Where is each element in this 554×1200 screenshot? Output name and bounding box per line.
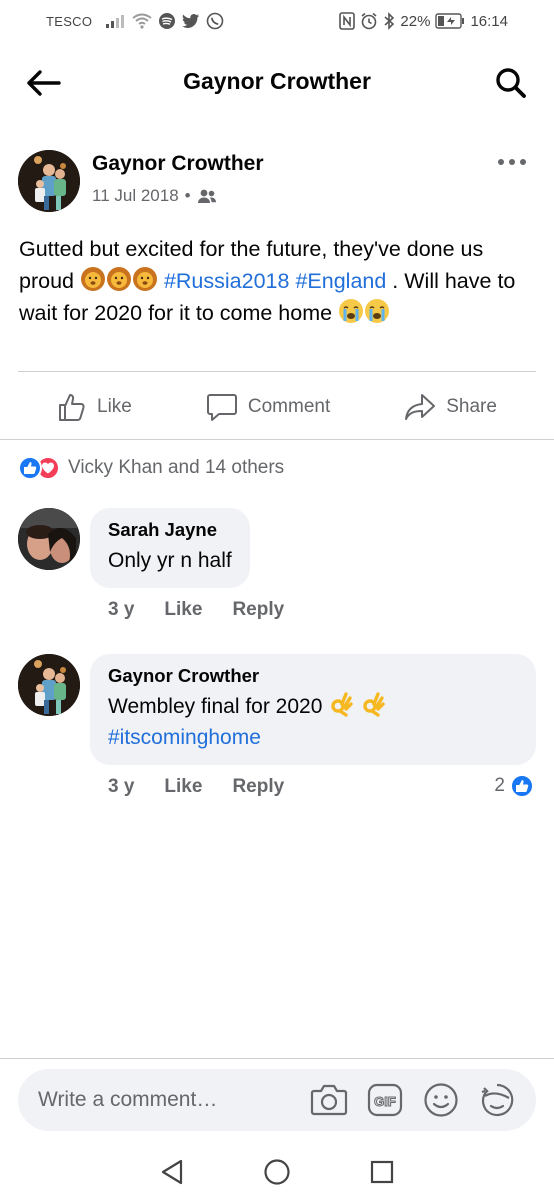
ok-hand-emoji-icon <box>363 692 385 717</box>
gif-icon[interactable]: GIF <box>366 1081 404 1119</box>
like-reaction-icon <box>18 456 42 480</box>
profile-photo <box>18 150 80 212</box>
battery-percent: 22% <box>400 12 431 30</box>
comment-composer-bar: GIF <box>0 1058 554 1144</box>
hashtag-link[interactable]: #England <box>295 269 386 293</box>
avatar[interactable] <box>18 654 80 716</box>
gif-label: GIF <box>374 1094 396 1109</box>
reactions-summary[interactable]: Vicky Khan and 14 others <box>18 456 284 480</box>
hashtag-link[interactable]: #Russia2018 <box>164 269 290 293</box>
recents-nav-button[interactable] <box>362 1152 402 1192</box>
comment-bubble[interactable]: Sarah Jayne Only yr n half <box>90 508 250 588</box>
like-label: Like <box>97 396 132 417</box>
share-arrow-icon <box>405 394 436 420</box>
battery-icon <box>435 13 465 29</box>
divider <box>18 371 536 372</box>
comment-text: Only yr n half <box>108 549 232 572</box>
comment-time[interactable]: 3 y <box>108 599 134 621</box>
triangle-back-icon <box>162 1159 183 1185</box>
comment-like-button[interactable]: Like <box>164 776 202 798</box>
post-date[interactable]: 11 Jul 2018 <box>92 186 179 206</box>
post-body: Gutted but excited for the future, they'… <box>19 233 536 329</box>
alarm-icon <box>360 12 378 30</box>
comment-bubble-icon <box>206 394 237 421</box>
avatar[interactable] <box>18 508 80 570</box>
comment-reply-button[interactable]: Reply <box>232 599 284 621</box>
clock: 16:14 <box>470 12 508 30</box>
page-title: Gaynor Crowther <box>183 68 371 94</box>
comment-reactions[interactable]: 2 <box>494 774 534 798</box>
lion-face-emoji-icon <box>80 267 105 291</box>
search-icon <box>496 68 526 98</box>
comment-actions: 3 y Like Reply <box>108 599 284 621</box>
like-button[interactable]: Like <box>57 392 132 422</box>
meta-separator: • <box>184 186 191 205</box>
post-action-bar: Like Comment Share <box>0 382 554 432</box>
search-button[interactable] <box>492 64 530 102</box>
comment-bubble[interactable]: Gaynor Crowther Wembley final for 2020 #… <box>90 654 536 765</box>
top-app-bar: Gaynor Crowther <box>0 52 554 112</box>
loudly-crying-face-emoji-icon <box>339 299 364 323</box>
profile-photo <box>18 654 80 716</box>
comment-time[interactable]: 3 y <box>108 776 134 798</box>
home-nav-button[interactable] <box>257 1152 297 1192</box>
comment-author[interactable]: Sarah Jayne <box>108 519 232 541</box>
circle-home-icon <box>264 1159 290 1185</box>
signal-icon <box>106 14 126 28</box>
profile-photo <box>18 508 80 570</box>
emoji-smiley-icon[interactable] <box>422 1081 460 1119</box>
comment-text-body: Wembley final for 2020 <box>108 695 323 718</box>
lion-face-emoji-icon <box>132 267 157 291</box>
divider <box>0 439 554 440</box>
lion-face-emoji-icon <box>106 267 131 291</box>
twitter-icon <box>182 13 200 29</box>
back-nav-button[interactable] <box>152 1152 192 1192</box>
avatar[interactable] <box>18 150 80 212</box>
comment-like-button[interactable]: Like <box>164 599 202 621</box>
carrier-label: TESCO <box>46 13 93 29</box>
post-author-name[interactable]: Gaynor Crowther <box>92 152 264 176</box>
comment-reaction-count: 2 <box>494 775 505 796</box>
comment-actions: 3 y Like Reply <box>108 776 284 798</box>
comment-author[interactable]: Gaynor Crowther <box>108 665 518 687</box>
comment-text: Wembley final for 2020 #itscominghome <box>108 691 518 753</box>
bluetooth-icon <box>383 12 395 30</box>
more-options-icon[interactable] <box>498 152 526 172</box>
thumbs-up-icon <box>59 394 85 421</box>
friends-audience-icon <box>197 189 216 203</box>
like-reaction-icon <box>510 774 534 798</box>
post-header: Gaynor Crowther 11 Jul 2018 • <box>18 150 536 214</box>
comment-button[interactable]: Comment <box>206 392 330 422</box>
status-bar: TESCO 22% 16:14 <box>0 0 554 42</box>
loudly-crying-face-emoji-icon <box>365 299 390 323</box>
comment-reply-button[interactable]: Reply <box>232 776 284 798</box>
hashtag-link[interactable]: #itscominghome <box>108 726 261 749</box>
comment-label: Comment <box>247 396 331 417</box>
post-meta: 11 Jul 2018 • <box>92 186 217 206</box>
comment: Gaynor Crowther Wembley final for 2020 #… <box>18 654 536 804</box>
reactions-text: Vicky Khan and 14 others <box>68 457 285 478</box>
share-button[interactable]: Share <box>404 392 497 422</box>
comment-composer: GIF <box>18 1069 536 1131</box>
sticker-icon[interactable] <box>478 1081 516 1119</box>
camera-icon[interactable] <box>310 1081 348 1119</box>
comment-input[interactable] <box>38 1088 310 1112</box>
share-label: Share <box>446 396 497 417</box>
square-recents-icon <box>370 1160 393 1184</box>
system-navigation-bar <box>0 1144 554 1200</box>
wifi-icon <box>132 13 152 29</box>
nfc-icon <box>339 12 356 30</box>
whatsapp-icon <box>206 12 224 30</box>
ok-hand-emoji-icon <box>331 692 353 717</box>
comment: Sarah Jayne Only yr n half 3 y Like Repl… <box>18 508 536 621</box>
spotify-icon <box>158 12 176 30</box>
